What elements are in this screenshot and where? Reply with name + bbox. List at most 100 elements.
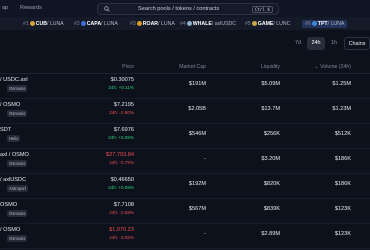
ticker-pair: / axlUSDC	[211, 21, 237, 27]
table-row[interactable]: / OSMO Osmosis $1,070.23 24h: -3.05% - $2.89M…	[0, 224, 370, 249]
ticker-item[interactable]: #3 ROAR/ LUNA	[130, 20, 175, 28]
dex-badge: Osmosis	[7, 85, 28, 92]
table-row[interactable]: / axlUSDC Astroport $0.46650 24h: +0.08% $19…	[0, 174, 370, 199]
pool-price: $0.46650	[110, 177, 134, 183]
ticker-rank: #4	[180, 21, 186, 27]
column-liquidity[interactable]: Liquidity	[261, 64, 280, 70]
price-change-value: 24h: -3.05%	[109, 235, 134, 240]
table-header: Price Market Cap Liquidity ⌄ Volume (24h…	[0, 60, 370, 74]
ticker-rank: #2	[74, 21, 80, 27]
ticker-item[interactable]: #6 TPT/ LUNA	[302, 20, 348, 28]
ticker-item[interactable]: #2 CAPA/ LUNA	[74, 20, 118, 28]
volume-value: $123K	[334, 231, 351, 237]
ticker-pair: / LUNA	[158, 21, 175, 27]
pool-name: / OSMO	[0, 227, 21, 233]
ticker-symbol: CUB	[35, 21, 48, 27]
liquidity-value: $820K	[263, 181, 280, 187]
volume-value: $512K	[334, 131, 351, 137]
pool-name: SDT	[0, 127, 12, 133]
price-change-value: 24h: +0.08%	[108, 185, 134, 190]
column-market-cap[interactable]: Market Cap	[179, 64, 206, 70]
ticker-item[interactable]: #4 WHALE/ axlUSDC	[180, 20, 236, 28]
token-logo-icon	[186, 21, 192, 26]
search-placeholder: Search pools / tokens / contracts	[138, 6, 220, 12]
pool-name: axl / OSMO	[0, 152, 29, 158]
volume-value: $186K	[334, 156, 351, 162]
liquidity-value: $5.09M	[261, 81, 280, 87]
dex-badge: Osmosis	[7, 210, 28, 217]
price-change-value: 24h: +0.11%	[108, 85, 134, 90]
table-row[interactable]: / OSMO Osmosis $7.2195 24h: -2.60% $2.05B $13…	[0, 99, 370, 124]
column-price[interactable]: Price	[122, 64, 134, 70]
liquidity-value: $13.7M	[261, 106, 280, 112]
price-change: 24h: -0.75%	[109, 160, 134, 165]
pool-price: $7.7108	[113, 202, 134, 208]
search-shortcut: Ctrl K	[251, 6, 273, 13]
market-cap-value: $2.05B	[188, 106, 206, 112]
table-row[interactable]: / USDC.axl Osmosis $0.30075 24h: +0.11% $191…	[0, 74, 370, 99]
table-row[interactable]: OSMO Osmosis $7.7108 24h: -2.58% $567M $839K $…	[0, 199, 370, 224]
ticker-pair: / LUNA	[47, 21, 64, 27]
market-cap-value: -	[204, 231, 206, 237]
chains-button[interactable]: Chains	[344, 37, 370, 50]
ticker-rank: #6	[305, 21, 311, 27]
ticker-symbol: CAPA	[86, 21, 102, 27]
timeframe-24h[interactable]: 24h	[307, 37, 325, 50]
ticker-symbol: WHALE	[192, 21, 212, 27]
price-change-value: 24h: +5.05%	[108, 135, 134, 140]
token-logo-icon	[29, 21, 35, 26]
pool-name: / OSMO	[0, 102, 21, 108]
column-volume[interactable]: ⌄ Volume (24h)	[314, 64, 351, 70]
market-cap-value: $546M	[188, 131, 206, 137]
ticker-item[interactable]: #1 CUB/ LUNA	[23, 20, 64, 28]
search-icon	[104, 6, 110, 12]
pool-price: $1,070.23	[109, 227, 134, 233]
pool-name: / USDC.axl	[0, 77, 28, 83]
ticker-symbol: ROAR	[142, 21, 159, 27]
ticker-pair: / LUNA	[327, 21, 345, 27]
market-cap-value: $192M	[188, 181, 206, 187]
dex-badge: Astroport	[7, 185, 28, 192]
price-change: 24h: -2.60%	[109, 110, 134, 115]
liquidity-value: $3.20M	[261, 156, 280, 162]
price-change-value: 24h: -0.75%	[109, 160, 134, 165]
volume-value: $123K	[334, 206, 351, 212]
dex-badge: Helix	[7, 135, 21, 142]
dex-badge: Osmosis	[7, 160, 28, 167]
ticker-rank: #1	[23, 21, 29, 27]
ticker-symbol: GAME	[257, 21, 274, 27]
pool-price: $7.6976	[113, 127, 134, 133]
ticker-item[interactable]: #5 GAME/ LUNC	[245, 20, 290, 28]
price-change: 24h: -3.05%	[109, 235, 134, 240]
table-row[interactable]: SDT Helix $7.6976 24h: +5.05% $546M $256K $512…	[0, 124, 370, 149]
timeframe-7d[interactable]: 7d	[290, 37, 306, 50]
volume-value: $1.25M	[332, 81, 351, 87]
token-logo-icon	[311, 21, 317, 26]
ticker-rank: #5	[245, 21, 251, 27]
pool-price: $0.30075	[110, 77, 134, 83]
nav-link-rewards[interactable]: Rewards	[20, 5, 42, 11]
timeframe-1h[interactable]: 1h	[326, 37, 342, 50]
timeframe-bar: 7d 24h 1h Chains	[290, 37, 370, 51]
ticker-symbol: TPT	[317, 21, 328, 27]
pool-price: $7.2195	[113, 102, 134, 108]
price-change: 24h: +5.05%	[108, 135, 134, 140]
market-cap-value: -	[204, 156, 206, 162]
dex-badge: Osmosis	[7, 110, 28, 117]
pool-price: $27,703.84	[106, 152, 134, 158]
ticker-pair: / LUNA	[101, 21, 118, 27]
price-change-value: 24h: -2.60%	[109, 110, 134, 115]
token-logo-icon	[80, 21, 86, 26]
table-row[interactable]: axl / OSMO Osmosis $27,703.84 24h: -0.75% - $…	[0, 149, 370, 174]
ticker-rank: #3	[130, 21, 136, 27]
volume-value: $1.23M	[332, 106, 351, 112]
nav-link-app[interactable]: ap	[2, 5, 8, 11]
price-change: 24h: +0.08%	[108, 185, 134, 190]
market-cap-value: $191M	[188, 81, 206, 87]
trending-ticker: #1 CUB/ LUNA #2 CAPA/ LUNA #3 ROAR/ LUNA #4 WHA…	[0, 17, 370, 30]
search-input[interactable]: Search pools / tokens / contracts Ctrl K	[97, 3, 279, 15]
pool-name: OSMO	[0, 202, 18, 208]
token-logo-icon	[251, 21, 257, 26]
pool-name: / axlUSDC	[0, 177, 27, 183]
token-logo-icon	[136, 21, 142, 26]
